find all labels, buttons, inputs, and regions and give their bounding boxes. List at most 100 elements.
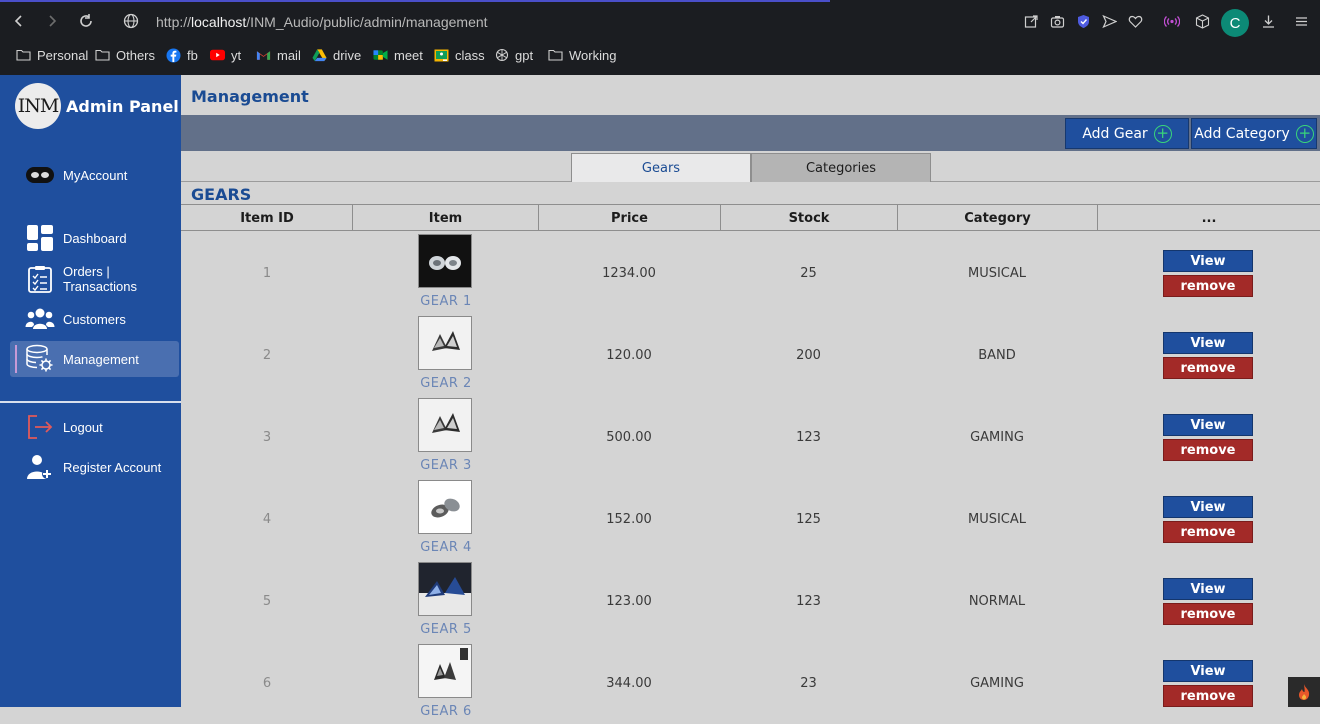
table-header: Item ID Item Price Stock Category ... — [181, 204, 1320, 231]
bookmark-fb[interactable]: fb — [166, 44, 198, 66]
gear-thumbnail — [418, 562, 472, 616]
reload-icon[interactable] — [76, 11, 96, 31]
logo: INM — [15, 83, 61, 129]
stock: 123 — [796, 594, 821, 609]
add-category-button[interactable]: Add Category + — [1191, 118, 1317, 149]
back-icon[interactable] — [9, 11, 29, 31]
sidebar-item-dashboard[interactable]: Dashboard — [10, 220, 179, 256]
view-button[interactable]: View — [1163, 496, 1253, 518]
item-id: 3 — [262, 430, 272, 445]
remove-button[interactable]: remove — [1163, 275, 1253, 297]
column-header: ... — [1097, 205, 1320, 231]
add-category-label: Add Category — [1194, 125, 1290, 142]
youtube-icon — [210, 49, 225, 62]
view-button[interactable]: View — [1163, 660, 1253, 682]
category: BAND — [978, 348, 1016, 363]
gear-name[interactable]: GEAR 3 — [391, 458, 501, 473]
bookmark-working[interactable]: Working — [548, 44, 616, 66]
bookmark-meet[interactable]: meet — [373, 44, 423, 66]
bookmarks-bar: Personal Others fb yt mail drive meet cl… — [0, 44, 1320, 66]
facebook-icon — [166, 48, 181, 62]
remove-button[interactable]: remove — [1163, 357, 1253, 379]
bookmark-label: class — [455, 47, 485, 63]
gmail-icon — [256, 49, 271, 62]
bookmark-mail[interactable]: mail — [256, 44, 301, 66]
bookmark-personal[interactable]: Personal — [16, 44, 88, 66]
sidebar-item-management[interactable]: Management — [10, 341, 179, 377]
category: GAMING — [970, 430, 1024, 445]
tab-categories[interactable]: Categories — [751, 153, 931, 182]
gear-name[interactable]: GEAR 6 — [391, 704, 501, 719]
view-button[interactable]: View — [1163, 332, 1253, 354]
flame-icon[interactable] — [1288, 677, 1320, 707]
view-button[interactable]: View — [1163, 414, 1253, 436]
account-icon — [25, 160, 55, 190]
meet-icon — [373, 49, 388, 62]
site-info-icon[interactable] — [121, 11, 141, 31]
camera-icon[interactable] — [1048, 12, 1066, 30]
gear-name[interactable]: GEAR 2 — [391, 376, 501, 391]
view-button[interactable]: View — [1163, 578, 1253, 600]
bookmark-label: Working — [569, 47, 617, 63]
sidebar-item-register[interactable]: Register Account — [10, 449, 179, 485]
shield-icon[interactable] — [1074, 12, 1092, 30]
bookmark-yt[interactable]: yt — [210, 44, 241, 66]
remove-button[interactable]: remove — [1163, 685, 1253, 707]
tab-gears[interactable]: Gears — [571, 153, 751, 182]
gear-name[interactable]: GEAR 5 — [391, 622, 501, 637]
menu-icon[interactable] — [1292, 12, 1310, 30]
management-icon — [25, 344, 55, 374]
address-bar-row: http://localhost/INM_Audio/public/admin/… — [0, 2, 1320, 42]
gear-name[interactable]: GEAR 1 — [391, 294, 501, 309]
dashboard-icon — [25, 223, 55, 253]
sidebar-item-myaccount[interactable]: MyAccount — [10, 157, 179, 193]
cube-icon[interactable] — [1193, 12, 1211, 30]
sidebar-item-customers[interactable]: Customers — [10, 301, 179, 337]
bookmark-class[interactable]: class — [434, 44, 485, 66]
sidebar-item-label: Dashboard — [63, 230, 127, 246]
view-button[interactable]: View — [1163, 250, 1253, 272]
column-header: Item ID — [240, 210, 294, 226]
gear-thumbnail — [418, 316, 472, 370]
sidebar-item-logout[interactable]: Logout — [10, 409, 179, 445]
sidebar-item-orders[interactable]: Orders | Transactions — [10, 261, 179, 297]
item-id: 2 — [262, 348, 272, 363]
add-gear-button[interactable]: Add Gear + — [1065, 118, 1189, 149]
price: 120.00 — [606, 348, 652, 363]
bookmark-others[interactable]: Others — [95, 44, 155, 66]
bookmark-label: Personal — [37, 47, 89, 63]
stock: 125 — [796, 512, 821, 527]
heart-icon[interactable] — [1126, 12, 1144, 30]
bookmark-label: drive — [333, 47, 362, 63]
remove-button[interactable]: remove — [1163, 521, 1253, 543]
sidebar-divider — [0, 401, 181, 403]
tab-bar: Gears Categories — [181, 151, 1320, 182]
bookmark-gpt[interactable]: gpt — [494, 44, 533, 66]
url-field[interactable]: http://localhost/INM_Audio/public/admin/… — [156, 14, 488, 30]
stock: 23 — [800, 676, 817, 691]
folder-icon — [16, 49, 31, 62]
column-header: Category — [897, 205, 1097, 231]
download-icon[interactable] — [1259, 12, 1277, 30]
column-header: Item — [352, 205, 538, 231]
bookmark-drive[interactable]: drive — [312, 44, 361, 66]
page-title: Management — [191, 87, 309, 106]
profile-avatar[interactable]: C — [1221, 9, 1249, 37]
gear-name[interactable]: GEAR 4 — [391, 540, 501, 555]
item-id: 6 — [262, 676, 272, 691]
forward-icon[interactable] — [42, 11, 62, 31]
logout-icon — [25, 412, 55, 442]
remove-button[interactable]: remove — [1163, 439, 1253, 461]
sidebar-item-label: Customers — [63, 311, 126, 327]
panel-title: Admin Panel — [66, 97, 179, 116]
category: MUSICAL — [967, 512, 1027, 527]
sidebar-item-label: Management — [63, 351, 139, 367]
folder-icon — [95, 49, 110, 62]
stock: 123 — [796, 430, 821, 445]
sidebar-item-label: Orders | Transactions — [63, 264, 137, 294]
send-icon[interactable] — [1100, 12, 1118, 30]
remove-button[interactable]: remove — [1163, 603, 1253, 625]
broadcast-icon[interactable] — [1163, 12, 1181, 30]
share-icon[interactable] — [1022, 12, 1040, 30]
table-row: 2 GEAR 2 120.00 200 BAND View remove — [181, 314, 1320, 396]
